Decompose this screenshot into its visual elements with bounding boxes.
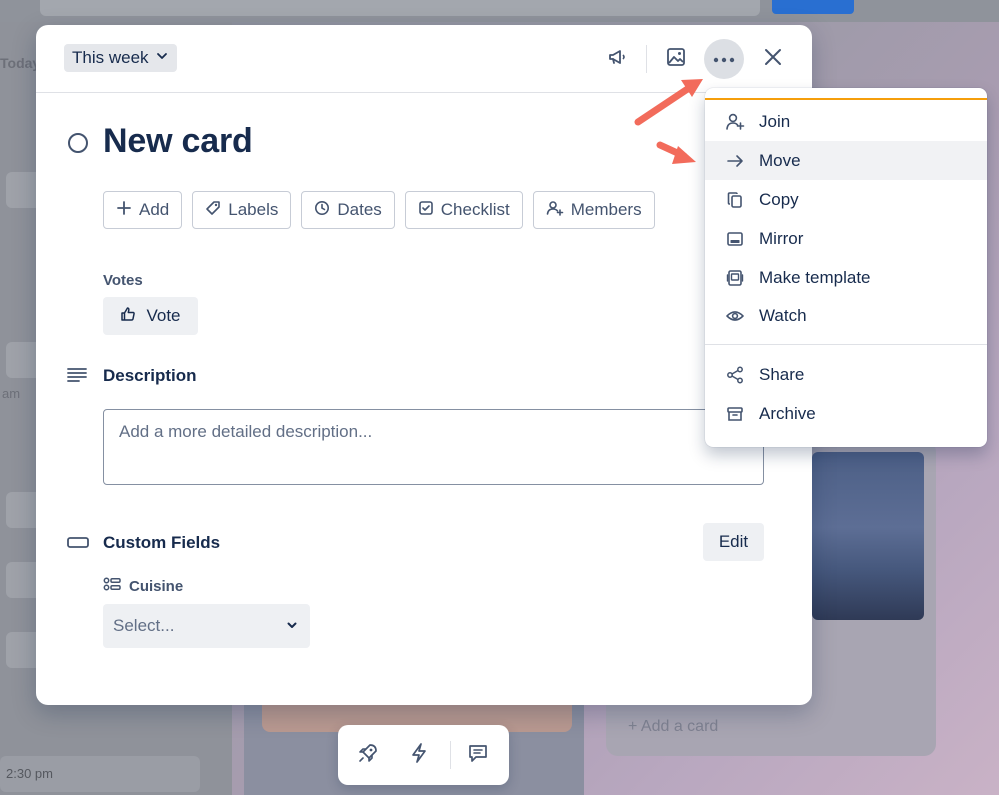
custom-fields-icon (66, 534, 90, 555)
copy-icon (725, 190, 745, 210)
menu-item-label: Make template (759, 267, 871, 287)
checklist-label: Checklist (440, 200, 510, 219)
card-detail-modal: This week New card Add Labels Dates Chec… (36, 25, 812, 705)
thumbs-up-icon (120, 306, 136, 327)
template-icon (725, 268, 745, 288)
labels-button[interactable]: Labels (192, 191, 292, 229)
dates-button[interactable]: Dates (301, 191, 395, 229)
more-dots-icon (713, 50, 735, 68)
comment-icon (467, 742, 489, 769)
chevron-down-icon (286, 616, 298, 636)
header-divider (646, 45, 647, 73)
lightning-icon (409, 742, 429, 769)
menu-item-label: Move (759, 150, 801, 170)
menu-item-mirror[interactable]: Mirror (705, 219, 987, 258)
add-button[interactable]: Add (103, 191, 183, 229)
mirror-icon (725, 229, 745, 249)
toolbar-divider (450, 741, 451, 769)
complete-checkbox[interactable] (68, 133, 88, 153)
floating-toolbar (338, 725, 509, 785)
cuisine-select[interactable]: Select... (103, 604, 310, 648)
archive-icon (725, 404, 745, 424)
menu-item-watch[interactable]: Watch (705, 296, 987, 335)
share-icon (725, 365, 745, 385)
close-button[interactable] (753, 39, 793, 79)
menu-item-move[interactable]: Move (705, 141, 987, 180)
annotation-highlight-box (705, 98, 987, 143)
description-input[interactable]: Add a more detailed description... (103, 409, 764, 485)
cuisine-select-value: Select... (113, 616, 175, 635)
menu-item-archive[interactable]: Archive (705, 394, 987, 433)
megaphone-icon (606, 46, 628, 73)
menu-item-label: Share (759, 364, 805, 384)
dates-label: Dates (337, 200, 382, 219)
card-actions-menu: Join Move Copy Mirror Make template Watc… (705, 88, 987, 447)
create-button[interactable] (772, 0, 854, 14)
add-label: Add (139, 200, 170, 219)
cuisine-label: Cuisine (129, 577, 184, 595)
chevron-down-icon (155, 48, 169, 68)
comments-button[interactable] (462, 739, 494, 771)
add-member-icon (546, 200, 564, 221)
plus-icon (116, 200, 132, 221)
card-action-row: Add Labels Dates Checklist Members (103, 191, 655, 229)
tag-icon (205, 200, 221, 221)
description-icon (66, 366, 88, 389)
list-selector-label: This week (72, 48, 149, 67)
plus-icon: + (628, 718, 638, 735)
members-label: Members (570, 200, 642, 219)
image-icon (665, 46, 687, 73)
list-selector[interactable]: This week (64, 44, 177, 72)
labels-label: Labels (228, 200, 279, 219)
edit-custom-fields-button[interactable]: Edit (703, 523, 764, 561)
arrow-right-icon (725, 151, 745, 171)
menu-item-make-template[interactable]: Make template (705, 258, 987, 297)
clock-icon (314, 200, 330, 221)
card-title[interactable]: New card (103, 122, 253, 161)
menu-item-label: Archive (759, 403, 816, 423)
menu-item-label: Copy (759, 189, 799, 209)
cover-image-button[interactable] (656, 39, 696, 79)
votes-heading: Votes (103, 272, 143, 289)
list-field-icon (103, 577, 121, 595)
menu-item-share[interactable]: Share (705, 355, 987, 394)
checkbox-icon (418, 200, 434, 221)
menu-divider (705, 344, 987, 345)
power-ups-button[interactable] (352, 739, 384, 771)
checklist-button[interactable]: Checklist (404, 191, 523, 229)
add-card-text: Add a card (640, 718, 719, 735)
card-time: am (2, 386, 21, 401)
add-card-label[interactable]: + Add a card (628, 718, 718, 736)
members-button[interactable]: Members (532, 191, 655, 229)
announcement-button[interactable] (597, 39, 637, 79)
close-icon (764, 48, 782, 71)
menu-item-label: Watch (759, 305, 807, 325)
eye-icon (725, 306, 745, 326)
card-cover-image (812, 452, 924, 620)
vote-label: Vote (146, 306, 181, 325)
custom-fields-heading: Custom Fields (103, 533, 221, 552)
vote-button[interactable]: Vote (103, 297, 198, 335)
description-heading: Description (103, 366, 197, 385)
menu-item-copy[interactable]: Copy (705, 180, 987, 219)
menu-item-label: Mirror (759, 228, 804, 248)
automation-button[interactable] (403, 739, 435, 771)
modal-header: This week (36, 25, 812, 93)
card-time: 2:30 pm (6, 766, 53, 781)
top-search-bar[interactable] (40, 0, 760, 16)
cuisine-field-label: Cuisine (103, 577, 183, 595)
rocket-icon (357, 742, 379, 769)
more-actions-button[interactable] (704, 39, 744, 79)
list-title: Today (0, 55, 41, 71)
